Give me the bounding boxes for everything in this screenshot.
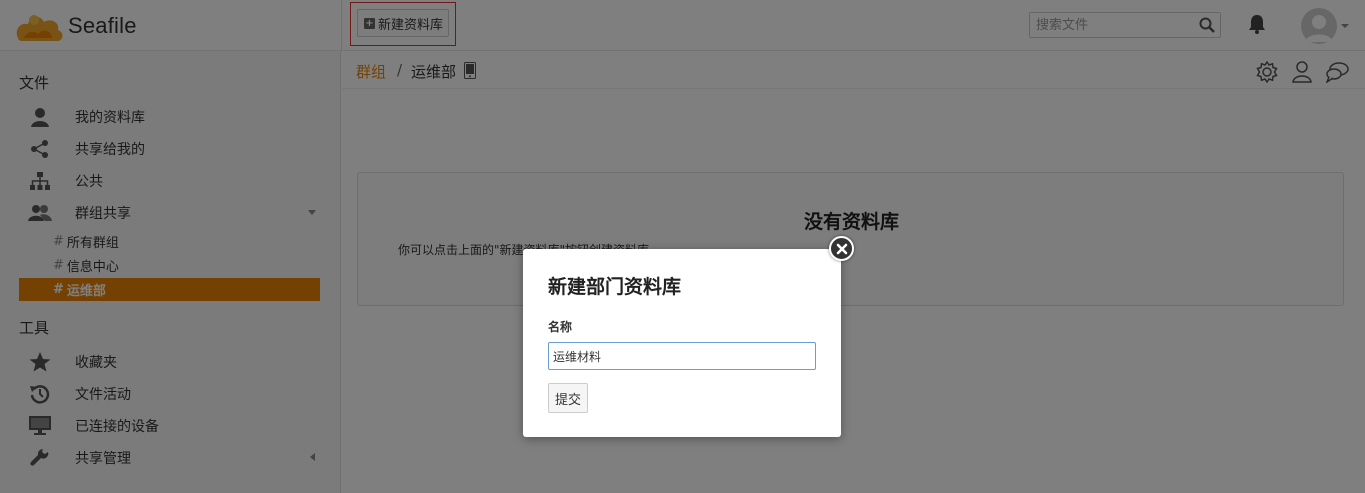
close-icon xyxy=(836,243,847,254)
library-name-input[interactable] xyxy=(548,342,816,370)
new-department-library-dialog: 新建部门资料库 名称 提交 xyxy=(523,249,841,437)
submit-button[interactable]: 提交 xyxy=(548,383,588,413)
name-label: 名称 xyxy=(548,320,573,334)
close-dialog-button[interactable] xyxy=(829,236,854,261)
dialog-title: 新建部门资料库 xyxy=(548,276,682,298)
